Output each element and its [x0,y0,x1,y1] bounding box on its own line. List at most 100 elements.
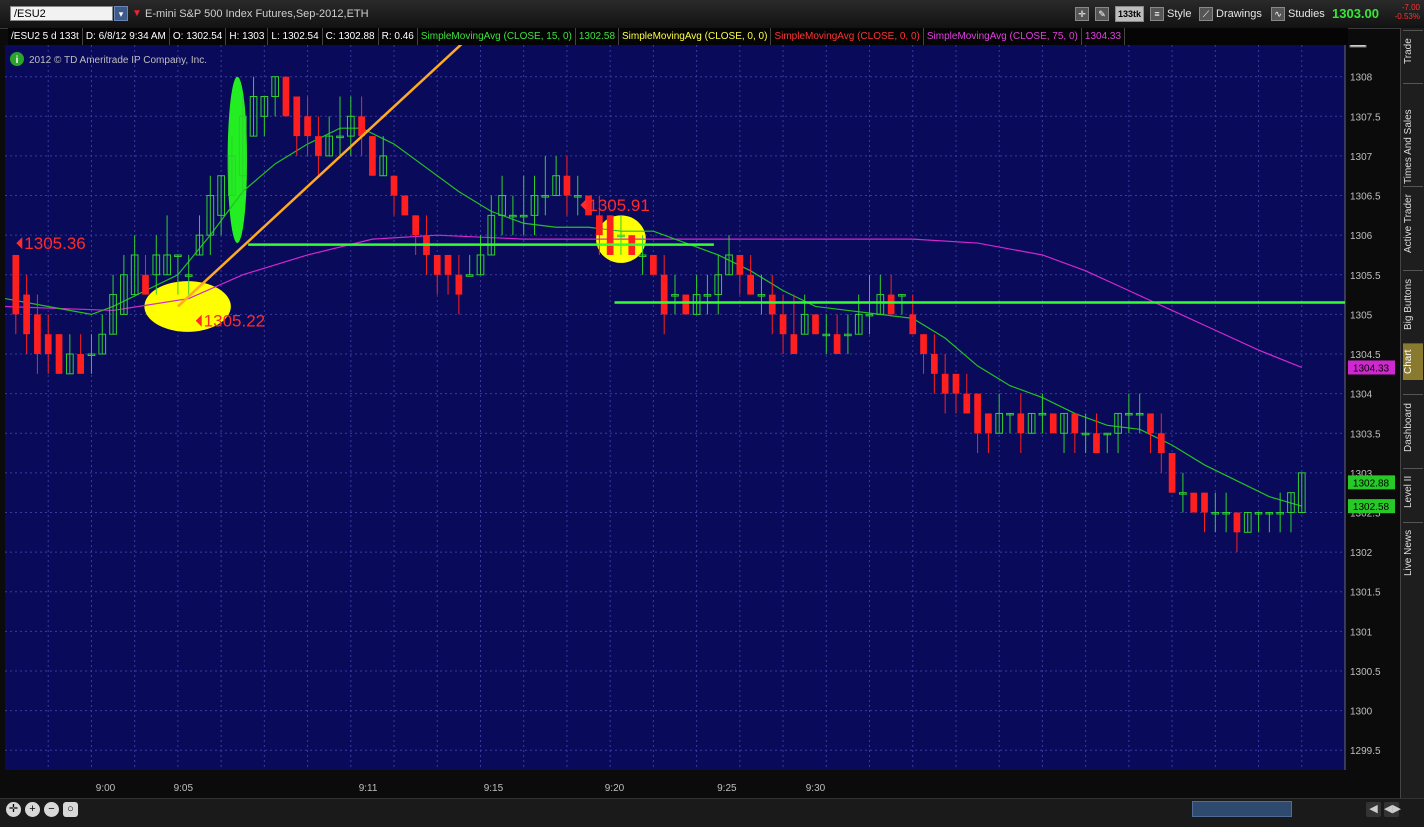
x-tick-label: 9:30 [806,783,826,794]
x-tick-label: 9:05 [174,783,194,794]
tab-big-buttons[interactable]: Big Buttons [1403,270,1423,337]
candle-body [650,254,657,275]
candle-body [682,294,690,315]
sma0a-label[interactable]: SimpleMovingAvg (CLOSE, 0, 0) [619,28,772,45]
tab-dashboard[interactable]: Dashboard [1403,394,1423,461]
y-tick-label: 1305 [1350,310,1373,321]
candle-body [974,393,981,434]
tab-live-news[interactable]: Live News [1403,522,1423,583]
tab-active-trader[interactable]: Active Trader [1403,186,1423,261]
candle-body [563,175,571,196]
candle-body [985,413,992,434]
candle-body [747,274,754,295]
y-tick-label: 1307.5 [1350,112,1381,123]
drawings-button[interactable]: ⟋ Drawings [1199,6,1262,22]
sma0b-label[interactable]: SimpleMovingAvg (CLOSE, 0, 0) [771,28,924,45]
candle-body [23,294,30,335]
candle-body [606,215,614,255]
candle-body [887,294,895,315]
symbol-period: /ESU2 5 d 133t [8,28,83,45]
style-button[interactable]: ≡ Style [1150,6,1191,22]
y-tick-label: 1306.5 [1350,192,1381,203]
y-tick-label: 1300 [1350,707,1373,718]
candle-body [660,274,668,315]
zoom-out-icon[interactable]: − [44,802,59,817]
sma15-label[interactable]: SimpleMovingAvg (CLOSE, 15, 0) [418,28,576,45]
candle-body [444,254,452,275]
style-label: Style [1167,8,1192,20]
pencil-button[interactable]: ✎ [1095,6,1112,22]
scroll-left-icon[interactable]: ◀ [1366,802,1381,817]
bar-open: O: 1302.54 [170,28,227,45]
top-toolbar: /ESU2 ▾ ▼ E-mini S&P 500 Index Futures,S… [0,0,1424,29]
symbol-dropdown-button[interactable]: ▾ [114,6,128,21]
candle-body [77,354,84,374]
tab-chart[interactable]: Chart [1403,343,1423,380]
y-tick-label: 1306 [1350,231,1373,242]
scroll-right-icon[interactable]: ◀▶ [1384,802,1401,817]
candle-body [736,254,744,275]
y-tick-label: 1307 [1350,152,1373,163]
pan-icon[interactable]: ✛ [6,802,21,817]
x-tick-label: 9:20 [605,783,625,794]
tab-level-ii[interactable]: Level II [1403,468,1423,514]
crosshair-button[interactable]: ✛ [1075,6,1092,22]
price-annotation: 1305.36 [24,234,85,253]
studies-button[interactable]: ∿ Studies [1271,6,1325,22]
horizontal-scrollbar-thumb[interactable] [1192,801,1292,817]
sma75-label[interactable]: SimpleMovingAvg (CLOSE, 75, 0) [924,28,1082,45]
net-change: -7.00 -0.53% [1386,3,1420,21]
candle-body [315,136,322,156]
candle-body [401,195,409,216]
y-tick-label: 1301.5 [1350,588,1381,599]
drawings-label: Drawings [1216,8,1262,20]
candle-body [1157,433,1165,454]
symbol-input[interactable]: /ESU2 [10,6,113,21]
candle-body [790,334,798,355]
x-tick-label: 9:15 [484,783,504,794]
candle-body [455,274,463,295]
candle-body [812,314,819,335]
x-tick-label: 9:11 [359,783,378,794]
candle-body [55,334,63,374]
crosshair-icon: ✛ [1075,7,1089,22]
last-price: 1303.00 [1332,6,1379,21]
candle-body [293,96,301,137]
zoom-in-icon[interactable]: + [25,802,40,817]
candle-body [412,215,419,236]
candle-body [1168,453,1176,493]
sma75-value: 1304.33 [1082,28,1126,45]
reset-zoom-icon[interactable]: ○ [63,802,78,817]
candle-body [952,373,960,394]
price-chart[interactable]: 1308 1307.5 1307 1306.5 1306 1305.5 1305 1304.5… [0,45,1400,798]
aggregation-button[interactable]: 133tk [1115,6,1145,22]
bar-high: H: 1303 [226,28,269,45]
y-tick-label: 1304 [1350,390,1373,401]
side-panel: Trade Times And Sales Active Trader Big … [1400,28,1424,798]
candle-body [779,314,787,335]
plot-area [5,45,1345,770]
candle-body [920,334,927,355]
candle-body [390,175,398,196]
drawings-icon: ⟋ [1199,7,1213,22]
candle-body [909,314,917,335]
x-tick-label: 9:25 [717,783,737,794]
candle-body [1147,413,1154,434]
price-flag-label: 1302.88 [1353,478,1390,489]
chart-info-bar: /ESU2 5 d 133t D: 6/8/12 9:34 AM O: 1302.5… [8,28,1348,45]
bar-range: R: 0.46 [379,28,418,45]
y-tick-label: 1303.5 [1350,429,1381,440]
copyright-text: 2012 © TD Ameritrade IP Company, Inc. [29,55,207,66]
candle-body [1190,492,1198,513]
candle-body [833,334,841,355]
candle-body [1049,413,1057,434]
candle-body [1201,492,1208,513]
bar-close: C: 1302.88 [323,28,379,45]
chart-settings-icon [1349,45,1367,48]
candle-body [941,373,949,394]
tab-trade[interactable]: Trade [1403,30,1423,71]
candle-body [1071,413,1079,434]
candle-body [369,136,376,176]
x-tick-label: 9:00 [96,783,116,794]
candle-body [34,314,41,355]
